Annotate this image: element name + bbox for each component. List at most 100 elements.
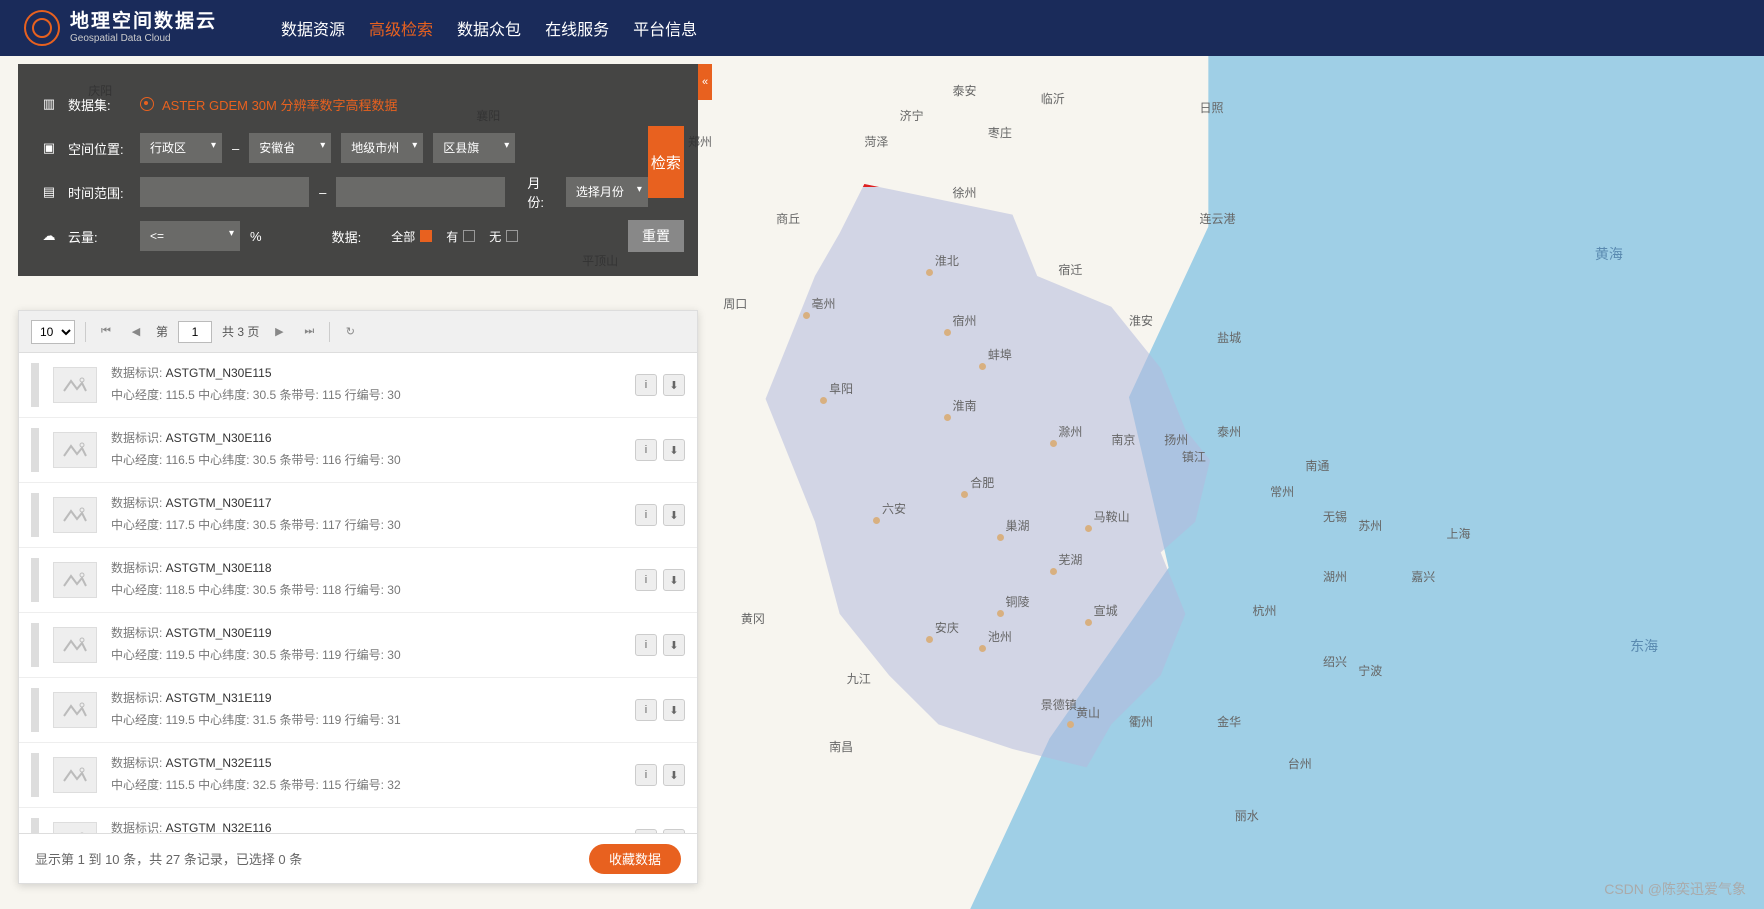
- result-item[interactable]: 数据标识: ASTGTM_N30E119 中心经度: 119.5 中心纬度: 3…: [19, 613, 697, 678]
- select-strip[interactable]: [31, 428, 39, 472]
- nav-item-4[interactable]: 平台信息: [621, 22, 709, 39]
- select-strip[interactable]: [31, 688, 39, 732]
- select-strip[interactable]: [31, 818, 39, 833]
- city-label: 临沂: [1041, 90, 1065, 107]
- nav-item-2[interactable]: 数据众包: [445, 22, 533, 39]
- city-label: 淮安: [1129, 312, 1153, 329]
- nav-item-1[interactable]: 高级检索: [357, 22, 445, 39]
- region-mode-select[interactable]: 行政区: [140, 133, 222, 163]
- result-item[interactable]: 数据标识: ASTGTM_N30E115 中心经度: 115.5 中心纬度: 3…: [19, 353, 697, 418]
- city-label: 池州: [988, 628, 1012, 645]
- info-button[interactable]: i: [635, 634, 657, 656]
- pager-bar: 10 ⏮ ◀ 第 共 3 页 ▶ ⏭ ↻: [19, 311, 697, 353]
- city-label: 济宁: [900, 107, 924, 124]
- info-button[interactable]: i: [635, 439, 657, 461]
- city-label: 景德镇: [1041, 696, 1077, 713]
- search-panel: ▥ 数据集: ASTER GDEM 30M 分辨率数字高程数据 ▣ 空间位置: …: [18, 64, 698, 276]
- result-item[interactable]: 数据标识: ASTGTM_N32E115 中心经度: 115.5 中心纬度: 3…: [19, 743, 697, 808]
- info-button[interactable]: i: [635, 829, 657, 833]
- site-title-en: Geospatial Data Cloud: [70, 33, 217, 44]
- result-item[interactable]: 数据标识: ASTGTM_N30E118 中心经度: 118.5 中心纬度: 3…: [19, 548, 697, 613]
- radio-no[interactable]: 无: [489, 228, 518, 245]
- select-strip[interactable]: [31, 623, 39, 667]
- thumbnail: [53, 432, 97, 468]
- info-button[interactable]: i: [635, 764, 657, 786]
- city-label: 徐州: [953, 184, 977, 201]
- city-select[interactable]: 地级市州: [341, 133, 423, 163]
- collect-button[interactable]: 收藏数据: [589, 844, 681, 874]
- dataset-label: 数据集:: [68, 95, 130, 114]
- select-strip[interactable]: [31, 753, 39, 797]
- radio-all[interactable]: 全部: [391, 228, 432, 245]
- info-button[interactable]: i: [635, 569, 657, 591]
- download-button[interactable]: ⬇: [663, 504, 685, 526]
- nav-item-3[interactable]: 在线服务: [533, 22, 621, 39]
- search-button[interactable]: 检索: [648, 126, 684, 198]
- city-label: 宣城: [1094, 602, 1118, 619]
- download-button[interactable]: ⬇: [663, 699, 685, 721]
- thumbnail: [53, 692, 97, 728]
- city-label: 扬州: [1164, 431, 1188, 448]
- city-label: 芜湖: [1058, 551, 1082, 568]
- download-button[interactable]: ⬇: [663, 634, 685, 656]
- month-select[interactable]: 选择月份: [566, 177, 648, 207]
- spatial-label: 空间位置:: [68, 139, 130, 158]
- nav-item-0[interactable]: 数据资源: [269, 22, 357, 39]
- dataset-value[interactable]: ASTER GDEM 30M 分辨率数字高程数据: [140, 95, 397, 114]
- info-button[interactable]: i: [635, 699, 657, 721]
- collapse-panel-toggle[interactable]: «: [698, 64, 712, 100]
- download-button[interactable]: ⬇: [663, 829, 685, 833]
- county-select[interactable]: 区县旗: [433, 133, 515, 163]
- select-strip[interactable]: [31, 558, 39, 602]
- result-item[interactable]: 数据标识: ASTGTM_N30E117 中心经度: 117.5 中心纬度: 3…: [19, 483, 697, 548]
- city-label: 周口: [723, 295, 747, 312]
- info-button[interactable]: i: [635, 504, 657, 526]
- thumbnail: [53, 562, 97, 598]
- radio-yes[interactable]: 有: [446, 228, 475, 245]
- city-label: 巢湖: [1005, 517, 1029, 534]
- download-button[interactable]: ⬇: [663, 764, 685, 786]
- result-item[interactable]: 数据标识: ASTGTM_N32E116 中心经度: 116.5 中心纬度: 3…: [19, 808, 697, 833]
- city-label: 连云港: [1200, 210, 1236, 227]
- city-label: 南昌: [829, 738, 853, 755]
- main-nav: 数据资源高级检索数据众包在线服务平台信息: [269, 16, 709, 40]
- page-size-select[interactable]: 10: [31, 320, 75, 344]
- city-label: 嘉兴: [1411, 568, 1435, 585]
- result-item[interactable]: 数据标识: ASTGTM_N30E116 中心经度: 116.5 中心纬度: 3…: [19, 418, 697, 483]
- result-item[interactable]: 数据标识: ASTGTM_N31E119 中心经度: 119.5 中心纬度: 3…: [19, 678, 697, 743]
- summary-text: 显示第 1 到 10 条，共 27 条记录，已选择 0 条: [35, 849, 302, 868]
- time-from-input[interactable]: [140, 177, 309, 207]
- info-button[interactable]: i: [635, 374, 657, 396]
- select-strip[interactable]: [31, 493, 39, 537]
- time-to-input[interactable]: [336, 177, 505, 207]
- cloud-op-select[interactable]: <=: [140, 221, 240, 251]
- sea-label: 东海: [1630, 636, 1658, 656]
- city-label: 六安: [882, 500, 906, 517]
- download-button[interactable]: ⬇: [663, 439, 685, 461]
- time-label: 时间范围:: [68, 183, 130, 202]
- first-page-button[interactable]: ⏮: [96, 322, 116, 342]
- reset-button[interactable]: 重置: [628, 220, 684, 252]
- city-label: 铜陵: [1005, 593, 1029, 610]
- city-label: 泰州: [1217, 423, 1241, 440]
- page-number-input[interactable]: [178, 321, 212, 343]
- prev-page-button[interactable]: ◀: [126, 322, 146, 342]
- results-panel: 10 ⏮ ◀ 第 共 3 页 ▶ ⏭ ↻ 数据标识: ASTGTM_N30E11…: [18, 310, 698, 884]
- refresh-button[interactable]: ↻: [340, 322, 360, 342]
- next-page-button[interactable]: ▶: [269, 322, 289, 342]
- city-label: 湖州: [1323, 568, 1347, 585]
- globe-icon: [24, 10, 60, 46]
- site-title-cn: 地理空间数据云: [70, 12, 217, 33]
- main-header: 地理空间数据云 Geospatial Data Cloud 数据资源高级检索数据…: [0, 0, 1764, 56]
- last-page-button[interactable]: ⏭: [299, 322, 319, 342]
- city-label: 杭州: [1252, 602, 1276, 619]
- download-button[interactable]: ⬇: [663, 569, 685, 591]
- select-strip[interactable]: [31, 363, 39, 407]
- province-select[interactable]: 安徽省: [249, 133, 331, 163]
- download-button[interactable]: ⬇: [663, 374, 685, 396]
- site-logo[interactable]: 地理空间数据云 Geospatial Data Cloud: [24, 10, 217, 46]
- city-label: 阜阳: [829, 380, 853, 397]
- watermark: CSDN @陈奕迅爱气象: [1604, 879, 1746, 899]
- thumbnail: [53, 497, 97, 533]
- sea-label: 黄海: [1595, 244, 1623, 264]
